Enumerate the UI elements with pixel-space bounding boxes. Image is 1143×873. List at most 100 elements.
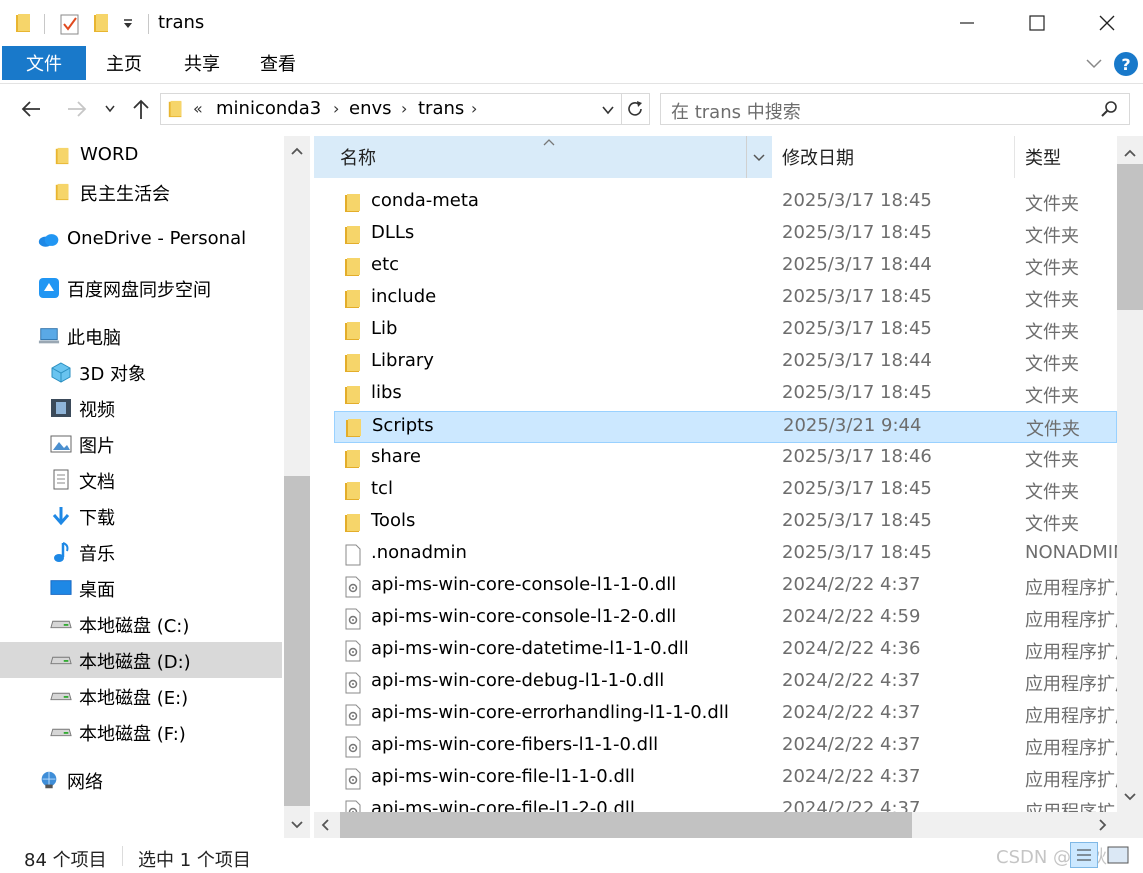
nav-item-label: 网络: [67, 772, 103, 793]
large-icons-view-icon[interactable]: [1106, 844, 1130, 866]
scroll-right-icon[interactable]: [1098, 818, 1108, 832]
nav-item[interactable]: 网络: [0, 762, 282, 798]
breadcrumb-miniconda3[interactable]: miniconda3: [216, 98, 321, 119]
file-row[interactable]: api-ms-win-core-file-l1-1-0.dll 2024/2/22…: [334, 763, 1117, 795]
scrollbar-thumb[interactable]: [284, 476, 310, 806]
search-input[interactable]: 在 trans 中搜索: [671, 98, 801, 124]
tab-view[interactable]: 查看: [246, 46, 310, 80]
expand-ribbon-icon[interactable]: [1085, 56, 1103, 70]
file-date: 2025/3/17 18:44: [782, 254, 932, 275]
nav-item[interactable]: 视频: [0, 390, 282, 426]
file-row[interactable]: share 2025/3/17 18:46 文件夹: [334, 443, 1117, 475]
file-type: 应用程序扩展: [1025, 770, 1117, 791]
forward-icon[interactable]: [62, 94, 92, 124]
file-row[interactable]: api-ms-win-core-debug-l1-1-0.dll 2024/2/2…: [334, 667, 1117, 699]
nav-item[interactable]: 下载: [0, 498, 282, 534]
nav-item[interactable]: 民主生活会: [0, 174, 282, 210]
breadcrumb-envs[interactable]: envs: [349, 98, 392, 119]
file-row[interactable]: api-ms-win-core-console-l1-2-0.dll 2024/2…: [334, 603, 1117, 635]
breadcrumb-separator-icon[interactable]: ›: [401, 99, 407, 118]
scroll-left-icon[interactable]: [320, 818, 330, 832]
file-type: 文件夹: [1025, 290, 1079, 311]
nav-item[interactable]: WORD: [0, 138, 282, 174]
file-row[interactable]: api-ms-win-core-console-l1-1-0.dll 2024/2…: [334, 571, 1117, 603]
file-list-horizontal-scrollbar[interactable]: [314, 812, 1117, 838]
scroll-up-icon[interactable]: [290, 146, 304, 156]
scroll-down-icon[interactable]: [1123, 792, 1137, 802]
breadcrumb-separator-icon[interactable]: ›: [333, 99, 339, 118]
address-bar[interactable]: « miniconda3 › envs › trans ›: [160, 93, 650, 125]
customize-quick-access-icon[interactable]: [122, 18, 134, 30]
file-row[interactable]: .nonadmin 2025/3/17 18:45 NONADMIN: [334, 539, 1117, 571]
tab-file[interactable]: 文件: [2, 46, 86, 80]
ribbon-tabs: 文件 主页 共享 查看 ?: [0, 46, 1143, 84]
back-icon[interactable]: [16, 94, 46, 124]
file-date: 2024/2/22 4:37: [782, 574, 921, 595]
scroll-down-icon[interactable]: [290, 820, 304, 830]
help-icon[interactable]: ?: [1114, 52, 1138, 76]
file-row[interactable]: api-ms-win-core-errorhandling-l1-1-0.dll…: [334, 699, 1117, 731]
file-row[interactable]: api-ms-win-core-datetime-l1-1-0.dll 2024/…: [334, 635, 1117, 667]
maximize-button[interactable]: [1002, 0, 1072, 46]
folder-icon: [14, 12, 34, 34]
file-row[interactable]: etc 2025/3/17 18:44 文件夹: [334, 251, 1117, 283]
file-row[interactable]: tcl 2025/3/17 18:45 文件夹: [334, 475, 1117, 507]
nav-item[interactable]: 桌面: [0, 570, 282, 606]
properties-icon[interactable]: [58, 12, 82, 36]
breadcrumb-separator-icon[interactable]: ›: [471, 99, 477, 118]
nav-item-label: 图片: [79, 436, 115, 457]
minimize-button[interactable]: [932, 0, 1002, 46]
dll-file-icon: [344, 800, 364, 812]
nav-item[interactable]: OneDrive - Personal: [0, 222, 282, 258]
tab-home[interactable]: 主页: [92, 46, 156, 80]
file-row[interactable]: api-ms-win-core-fibers-l1-1-0.dll 2024/2/…: [334, 731, 1117, 763]
nav-item[interactable]: 本地磁盘 (D:): [0, 642, 282, 678]
file-name: share: [371, 446, 421, 467]
nav-item[interactable]: 图片: [0, 426, 282, 462]
address-history-icon[interactable]: [601, 105, 615, 115]
file-list-vertical-scrollbar[interactable]: [1117, 136, 1143, 812]
file-row[interactable]: Scripts 2025/3/21 9:44 文件夹: [334, 411, 1117, 443]
nav-item[interactable]: 本地磁盘 (C:): [0, 606, 282, 642]
file-row[interactable]: libs 2025/3/17 18:45 文件夹: [334, 379, 1117, 411]
file-row[interactable]: Lib 2025/3/17 18:45 文件夹: [334, 315, 1117, 347]
nav-item[interactable]: 本地磁盘 (F:): [0, 714, 282, 750]
scrollbar-thumb[interactable]: [1117, 164, 1143, 310]
dll-file-icon: [344, 640, 364, 662]
scrollbar-thumb[interactable]: [340, 812, 912, 838]
search-icon[interactable]: [1101, 100, 1119, 118]
nav-item[interactable]: 本地磁盘 (E:): [0, 678, 282, 714]
file-date: 2024/2/22 4:37: [782, 702, 921, 723]
navigation-pane[interactable]: WORD 民主生活会 OneDrive - Personal 百度网盘同步空间 此电脑 3…: [0, 136, 310, 838]
details-view-icon[interactable]: [1070, 842, 1098, 868]
dll-file-icon: [344, 736, 364, 758]
up-icon[interactable]: [128, 94, 154, 124]
search-box[interactable]: 在 trans 中搜索: [660, 93, 1130, 125]
nav-item[interactable]: 百度网盘同步空间: [0, 270, 282, 306]
recent-locations-icon[interactable]: [100, 94, 120, 124]
nav-item[interactable]: 此电脑: [0, 318, 282, 354]
address-overflow[interactable]: «: [193, 99, 203, 118]
file-row[interactable]: Library 2025/3/17 18:44 文件夹: [334, 347, 1117, 379]
nav-item[interactable]: 3D 对象: [0, 354, 282, 390]
dll-file-icon: [344, 768, 364, 790]
file-row[interactable]: include 2025/3/17 18:45 文件夹: [334, 283, 1117, 315]
nav-pane-scrollbar[interactable]: [284, 136, 310, 838]
nav-item[interactable]: 文档: [0, 462, 282, 498]
folder-icon: [344, 288, 364, 310]
file-row[interactable]: conda-meta 2025/3/17 18:45 文件夹: [334, 187, 1117, 219]
nav-item[interactable]: 音乐: [0, 534, 282, 570]
file-list[interactable]: 名称 修改日期 类型 conda-meta 2025/3/17 18:45 文件夹 D…: [314, 136, 1143, 838]
breadcrumb-trans[interactable]: trans: [418, 98, 464, 119]
file-row[interactable]: DLLs 2025/3/17 18:45 文件夹: [334, 219, 1117, 251]
file-name: api-ms-win-core-file-l1-1-0.dll: [371, 766, 635, 787]
refresh-icon[interactable]: [625, 99, 645, 119]
new-folder-icon[interactable]: [92, 12, 112, 34]
scroll-up-icon[interactable]: [1123, 148, 1137, 158]
file-type: 应用程序扩展: [1025, 578, 1117, 599]
file-row[interactable]: api-ms-win-core-file-l1-2-0.dll 2024/2/22…: [334, 795, 1117, 812]
nav-item-label: 视频: [79, 400, 115, 421]
close-button[interactable]: [1072, 0, 1142, 46]
tab-share[interactable]: 共享: [170, 46, 234, 80]
file-row[interactable]: Tools 2025/3/17 18:45 文件夹: [334, 507, 1117, 539]
